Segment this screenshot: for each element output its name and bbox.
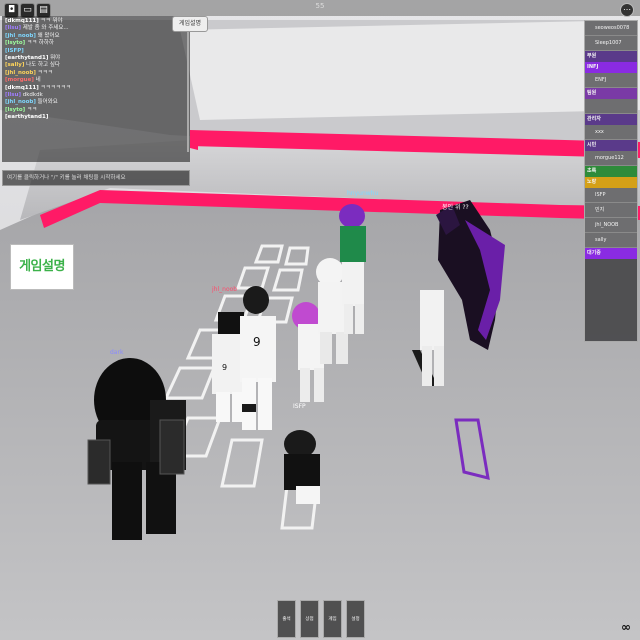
chat-scrollbar[interactable] [187, 22, 189, 152]
menu-shop-button[interactable]: 상점 [300, 600, 319, 638]
menu-settings-button[interactable]: 설정 [346, 600, 365, 638]
chat-message: [earthytand1] [2, 114, 190, 121]
player-list-team: 팀원 [585, 88, 637, 99]
chat-message-author[interactable]: [llsu] [5, 25, 21, 31]
chat-message-author[interactable]: [lsyto] [5, 107, 25, 113]
bottom-menu: 출석 상점 게임 설정 [277, 600, 365, 638]
chat-message-text: ㅋㅋㅋㅋㅋㅋ [40, 84, 71, 91]
nametag-group-char: jhl_noob [212, 286, 238, 293]
infinity-icon[interactable]: ∞ [616, 620, 636, 634]
menu-attendance-button[interactable]: 출석 [277, 600, 296, 638]
chat-message-author[interactable]: [jhl_noob] [5, 70, 36, 76]
chat-message-text: dkdkdk [22, 92, 43, 99]
chat-input-box[interactable]: 여기를 클릭하거나 "/" 키를 눌러 채팅을 시작하세요 [2, 170, 190, 186]
nametag-purple-boss: 봉인 위 ?? [442, 204, 469, 211]
chat-message-author[interactable]: [jhl_noob] [5, 33, 36, 39]
chat-message-text: 들어와요 [37, 99, 58, 106]
chat-message-author[interactable]: [dkmq111] [5, 18, 39, 24]
player-list-team: 부원 [585, 51, 637, 62]
chat-message-text: 네 [35, 77, 41, 84]
player-list-team: 초록 [585, 166, 637, 177]
menu-game-button[interactable]: 게임 [323, 600, 342, 638]
chat-message: [llsu] 제발 좀 와 주세요... [2, 25, 190, 32]
neon-pink-post [190, 132, 198, 150]
chat-window[interactable]: [dkmq111] ㅋㅋ 뭐야 [llsu] 제발 좀 와 주세요... [jhl_… [2, 16, 190, 162]
player-list-entry[interactable]: ISFP [585, 188, 637, 203]
player-list-team: 대기중 [585, 248, 637, 259]
chat-message-text: ㅋㅋㅋ [37, 69, 53, 76]
chat-message: [lsyto] ㅋㅋ 하하하 [2, 40, 190, 47]
chat-message-author[interactable]: [llsu] [5, 92, 21, 98]
chat-message-author[interactable]: [morgue] [5, 77, 34, 83]
top-center-label: 55 [315, 2, 325, 10]
chat-messages: [dkmq111] ㅋㅋ 뭐야 [llsu] 제발 좀 와 주세요... [jhl_… [2, 16, 190, 122]
chat-message: [lsyto] ㅋㅋ [2, 107, 190, 114]
upper-wall-light [180, 20, 640, 120]
chat-message-author[interactable]: [sally] [5, 62, 24, 68]
chat-message-author[interactable]: [ISFP] [5, 48, 24, 54]
player-list-entry[interactable]: 민지 [585, 203, 637, 218]
player-list-entry[interactable]: sally [585, 233, 637, 248]
chat-message: [ISFP] [2, 48, 190, 55]
player-list-entry[interactable]: seoweos0078 [585, 21, 637, 36]
chat-message: [sally] 나도 하고 싶다 [2, 62, 190, 69]
player-list-items: seoweos0078 Sleep1007 부원 INFJ ENFJ 팀원관리자 xxx 시민… [585, 21, 637, 259]
chat-message-text: 뭐야 [50, 55, 61, 62]
chat-message-text: ㅋㅋ 하하하 [26, 40, 54, 47]
chat-message-author[interactable]: [earthytand1] [5, 114, 48, 120]
player-list-team: INFJ [585, 62, 637, 73]
chat-message-text: ㅋㅋ 뭐야 [40, 18, 63, 24]
svg-text:9: 9 [222, 363, 227, 372]
player-list-team: 시민 [585, 140, 637, 151]
chat-message: [dkmq111] ㅋㅋㅋㅋㅋㅋ [2, 85, 190, 92]
chat-message: [morgue] 네 [2, 77, 190, 84]
chat-message-text: 왜 왔어요 [37, 32, 60, 39]
player-list-entry[interactable]: Sleep1007 [585, 36, 637, 51]
player-list-entry[interactable]: ENFJ [585, 73, 637, 88]
player-list-entry[interactable]: morgue112 [585, 151, 637, 166]
svg-text:9: 9 [253, 335, 261, 349]
top-bar: ◘ ▭ ▤ 55 ⋯ [0, 0, 640, 18]
game-instructions-button[interactable]: 게임설명 [10, 244, 74, 290]
player-list-team: 관리자 [585, 114, 637, 125]
player-list-entry[interactable]: jhl_NOOB [585, 218, 637, 233]
nametag-black-char: ISFP [293, 403, 306, 410]
chat-top-button[interactable]: 게임설명 [172, 16, 208, 32]
chat-message-author[interactable]: [earthytand1] [5, 55, 48, 61]
player-list-entry[interactable]: xxx [585, 125, 637, 140]
chat-message-author[interactable]: [lsyto] [5, 40, 25, 46]
chat-message-author[interactable]: [dkmq111] [5, 85, 39, 91]
chat-message: [jhl_noob] 들어와요 [2, 99, 190, 106]
chat-message-author[interactable]: [jhl_noob] [5, 99, 36, 105]
player-list-entry[interactable] [585, 99, 637, 114]
nametag-green-char: hnyunwhu [347, 190, 379, 197]
floor [0, 190, 640, 640]
player-list[interactable]: seoweos0078 Sleep1007 부원 INFJ ENFJ 팀원관리자 xxx 시민… [584, 20, 638, 342]
player-list-team: 노랑 [585, 177, 637, 188]
nametag-left-char: dark [110, 349, 124, 356]
chat-message-text: ㅋㅋ [26, 106, 38, 113]
chat-message-text: 나도 하고 싶다 [26, 62, 60, 69]
more-options-icon[interactable]: ⋯ [620, 3, 634, 17]
chat-message-text: 제발 좀 와 주세요... [22, 25, 69, 32]
